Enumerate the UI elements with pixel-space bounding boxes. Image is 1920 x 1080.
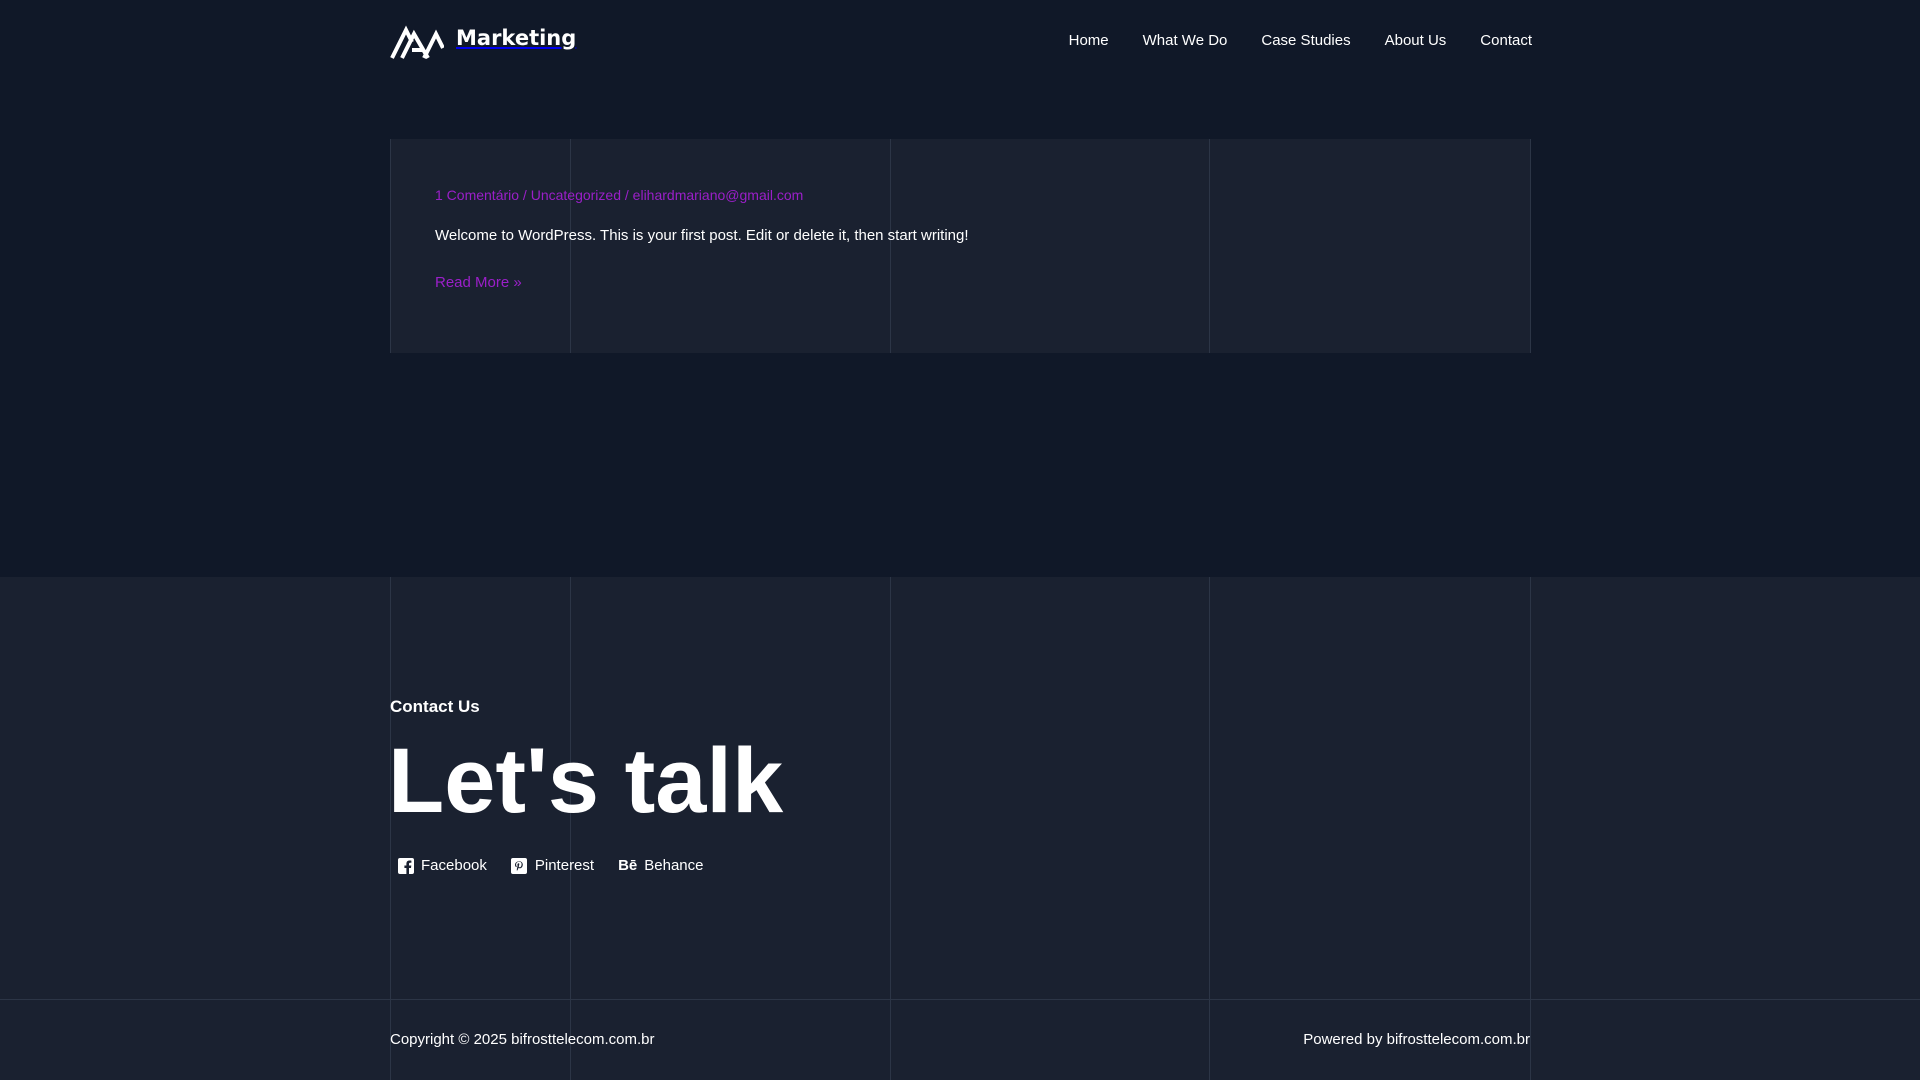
post-card: 1 Comentário / Uncategorized / elihardma… <box>390 139 1531 353</box>
nav-contact[interactable]: Contact <box>1480 32 1532 49</box>
nav-home[interactable]: Home <box>1069 32 1109 49</box>
meta-separator: / <box>519 187 531 203</box>
grid-line <box>570 139 571 353</box>
grid-lines <box>0 577 1920 1080</box>
logo-mark-icon <box>390 25 444 60</box>
footer-divider <box>0 999 1920 1000</box>
pinterest-label: Pinterest <box>534 857 595 874</box>
category-link[interactable]: Uncategorized <box>531 187 621 203</box>
comments-link[interactable]: 1 Comentário <box>435 187 519 203</box>
grid-line <box>890 139 891 353</box>
meta-separator: / <box>621 187 633 203</box>
pinterest-icon <box>511 857 528 874</box>
pinterest-link[interactable]: Pinterest <box>511 857 594 874</box>
behance-icon: Bē <box>618 857 638 874</box>
post-meta: 1 Comentário / Uncategorized / elihardma… <box>435 187 803 203</box>
read-more-link[interactable]: Read More » <box>435 274 522 291</box>
nav-case-studies[interactable]: Case Studies <box>1261 32 1350 49</box>
nav-about-us[interactable]: About Us <box>1385 32 1447 49</box>
nav-what-we-do[interactable]: What We Do <box>1143 32 1228 49</box>
grid-line <box>1209 577 1210 1080</box>
grid-line <box>1209 139 1210 353</box>
behance-label: Behance <box>644 857 704 874</box>
contact-section: Contact Us Let's talk Facebook Pinterest… <box>0 577 1920 1080</box>
post-excerpt: Welcome to WordPress. This is your first… <box>435 227 969 244</box>
powered-by-text: Powered by bifrosttelecom.com.br <box>1303 1031 1530 1048</box>
facebook-icon <box>397 857 414 874</box>
grid-line <box>1530 577 1531 1080</box>
site-logo[interactable]: Marketing <box>390 24 576 60</box>
behance-link[interactable]: Bē Behance <box>618 857 703 874</box>
facebook-link[interactable]: Facebook <box>397 857 487 874</box>
grid-line <box>1530 139 1531 353</box>
grid-line <box>390 139 391 353</box>
facebook-label: Facebook <box>421 857 487 874</box>
author-link[interactable]: elihardmariano@gmail.com <box>633 187 804 203</box>
brand-name: Marketing <box>456 26 577 50</box>
grid-lines <box>390 139 1531 353</box>
social-links: Facebook Pinterest Bē Behance <box>397 857 727 874</box>
site-header: Marketing Home What We Do Case Studies A… <box>0 0 1920 88</box>
contact-eyebrow: Contact Us <box>390 697 480 716</box>
contact-title: Let's talk <box>388 730 784 832</box>
grid-line <box>890 577 891 1080</box>
main-nav: Home What We Do Case Studies About Us Co… <box>1069 32 1532 49</box>
copyright-text: Copyright © 2025 bifrosttelecom.com.br <box>390 1031 655 1048</box>
